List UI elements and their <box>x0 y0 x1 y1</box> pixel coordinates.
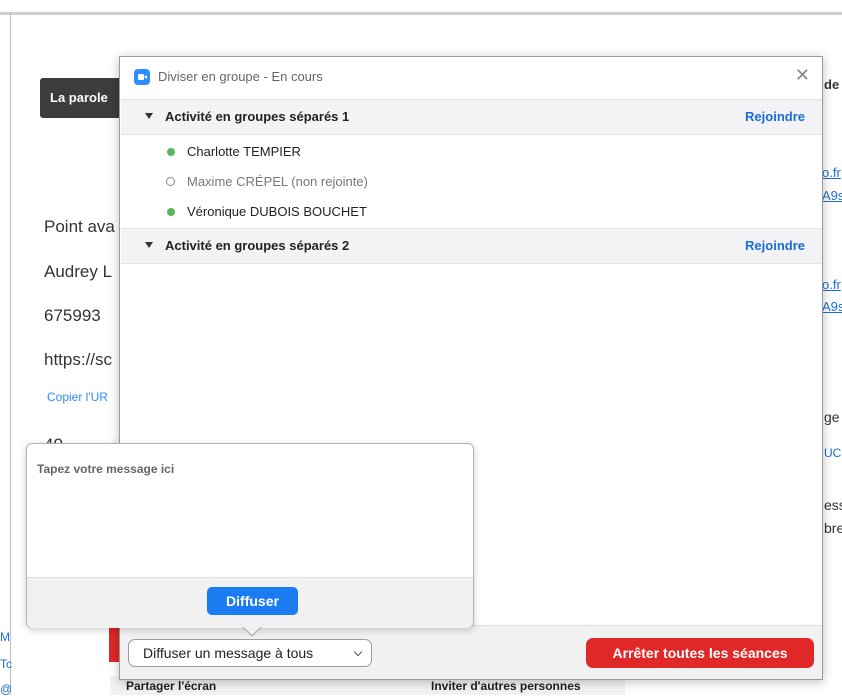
joined-status-icon <box>167 148 175 156</box>
bg-line-3: 675993 <box>44 306 101 325</box>
list-item: Maxime CRÉPEL (non rejointe) <box>120 171 822 193</box>
bg-right-frag-3: UCH <box>824 446 842 460</box>
close-icon[interactable]: ✕ <box>795 65 810 86</box>
broadcast-popover: Tapez votre message ici Diffuser <box>26 443 474 637</box>
background-window-left-border <box>10 12 11 695</box>
group-header-1[interactable]: Activité en groupes séparés 1 Rejoindre <box>121 99 822 135</box>
join-group-2-button[interactable]: Rejoindre <box>745 238 805 253</box>
bg-line-1: Point ava <box>44 217 115 236</box>
share-screen-button[interactable]: Partager l'écran <box>126 679 216 693</box>
bg-right-frag-2: ge <box>824 409 840 425</box>
list-item: Charlotte TEMPIER <box>120 141 822 163</box>
bg-right-frag-5: bre <box>824 520 842 536</box>
caret-down-icon[interactable] <box>145 113 153 119</box>
group-header-2[interactable]: Activité en groupes séparés 2 Rejoindre <box>121 228 822 264</box>
list-item: Véronique DUBOIS BOUCHET <box>120 201 822 223</box>
background-window-top-border <box>0 12 842 15</box>
bg-left-tiny-1: M <box>0 630 10 644</box>
group-name: Activité en groupes séparés 1 <box>165 109 350 124</box>
member-name: Véronique DUBOIS BOUCHET <box>187 204 367 219</box>
zoom-app-icon <box>134 69 150 85</box>
bg-right-frag-4: ess <box>824 497 842 513</box>
broadcast-label: Diffuser un message à tous <box>143 645 314 661</box>
caret-down-icon[interactable] <box>145 242 153 248</box>
bg-right-link-3[interactable]: o.fr <box>822 277 841 292</box>
bg-left-tiny-3: @ <box>0 682 13 696</box>
not-joined-status-icon <box>166 177 175 186</box>
bg-red-button-edge <box>109 622 119 662</box>
bg-line-2: Audrey L <box>44 262 113 281</box>
dialog-title: Diviser en groupe - En cours <box>158 69 323 84</box>
bg-right-link-2[interactable]: A9s <box>822 188 842 203</box>
join-group-1-button[interactable]: Rejoindre <box>745 109 805 124</box>
broadcast-message-input[interactable]: Tapez votre message ici <box>37 462 174 476</box>
dialog-titlebar: Diviser en groupe - En cours ✕ <box>120 57 822 97</box>
broadcast-send-button[interactable]: Diffuser <box>207 587 298 615</box>
chevron-down-icon <box>353 647 363 657</box>
popover-action-bar: Diffuser <box>27 577 473 628</box>
invite-others-button[interactable]: Inviter d'autres personnes <box>431 679 581 693</box>
group-name: Activité en groupes séparés 2 <box>165 238 350 253</box>
popover-arrow-fill <box>243 626 261 635</box>
broadcast-message-dropdown[interactable]: Diffuser un message à tous <box>128 639 372 667</box>
bg-right-frag-1: de d <box>824 77 842 92</box>
dialog-footer: Diffuser un message à tous Arrêter toute… <box>120 625 822 679</box>
copy-url-link[interactable]: Copier l'UR <box>47 390 108 404</box>
member-name: Maxime CRÉPEL (non rejointe) <box>187 174 368 189</box>
joined-status-icon <box>167 208 175 216</box>
bg-line-4: https://sc <box>44 350 113 369</box>
bg-right-link-1[interactable]: o.fr <box>822 165 841 180</box>
bg-right-link-4[interactable]: A9s <box>822 299 842 314</box>
stop-all-rooms-button[interactable]: Arrêter toutes les séances <box>586 638 814 668</box>
bg-left-tiny-2: Tc <box>0 657 12 671</box>
member-name: Charlotte TEMPIER <box>187 144 301 159</box>
